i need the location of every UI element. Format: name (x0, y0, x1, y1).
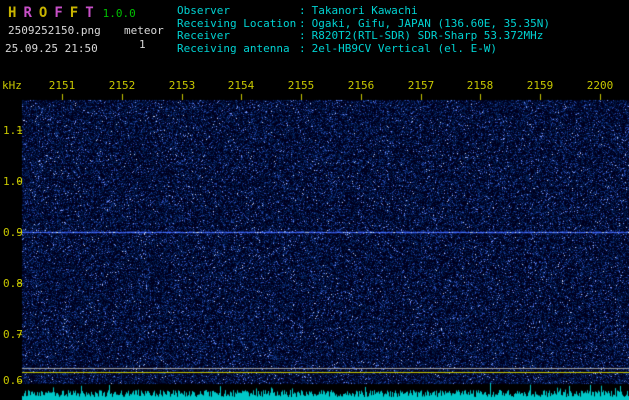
info-value: Takanori Kawachi (312, 4, 418, 17)
x-tick-label: 2157 (406, 79, 436, 92)
title-letter: H (8, 5, 16, 21)
station-info: Observer: Takanori Kawachi Receiving Loca… (177, 5, 550, 55)
info-row-antenna: Receiving antenna:2el-HB9CV Vertical (el… (177, 43, 550, 56)
app-version: 1.0.0 (103, 7, 136, 20)
y-tick-label: 0.9 (3, 226, 22, 239)
output-filename: 2509252150.png (8, 24, 101, 37)
info-label: Receiver (177, 30, 299, 43)
title-letter: F (70, 5, 78, 21)
y-tick-label: 0.8 (3, 277, 22, 290)
x-tick-label: 2156 (346, 79, 376, 92)
info-value: R820T2(RTL-SDR) SDR-Sharp 53.372MHz (312, 29, 544, 42)
y-tick-label: 0.6 (3, 374, 22, 387)
x-tick-label: 2158 (465, 79, 495, 92)
x-tick-label: 2155 (286, 79, 316, 92)
y-tick-label: 1.1 (3, 124, 22, 137)
info-label: Observer (177, 5, 299, 18)
title-letter: T (85, 5, 93, 21)
y-tick-label: 0.7 (3, 328, 22, 341)
title-letter: O (39, 5, 47, 21)
x-tick-label: 2159 (525, 79, 555, 92)
info-value: 2el-HB9CV Vertical (el. E-W) (312, 42, 497, 55)
title-letter: R (23, 5, 31, 21)
x-tick-label: 2200 (585, 79, 615, 92)
channel-number: 1 (139, 38, 146, 51)
y-tick-label: 1.0 (3, 175, 22, 188)
hrofft-output: H R O F F T 1.0.0 2509252150.png meteor 1 25.0… (0, 0, 629, 400)
x-tick-label: 2154 (226, 79, 256, 92)
mode-label: meteor (124, 24, 164, 37)
x-tick-label: 2152 (107, 79, 137, 92)
x-tick-label: 2153 (167, 79, 197, 92)
info-label: Receiving antenna (177, 43, 299, 56)
app-title: H R O F F T 1.0.0 (8, 5, 136, 21)
spectrogram-canvas (0, 0, 629, 400)
info-colon: : (299, 17, 306, 30)
info-colon: : (299, 42, 306, 55)
x-tick-label: 2151 (47, 79, 77, 92)
info-value: Ogaki, Gifu, JAPAN (136.60E, 35.35N) (312, 17, 550, 30)
start-timestamp: 25.09.25 21:50 (5, 42, 98, 55)
y-axis-unit-label: kHz (2, 79, 22, 92)
info-colon: : (299, 29, 306, 42)
title-letter: F (54, 5, 62, 21)
info-colon: : (299, 4, 306, 17)
